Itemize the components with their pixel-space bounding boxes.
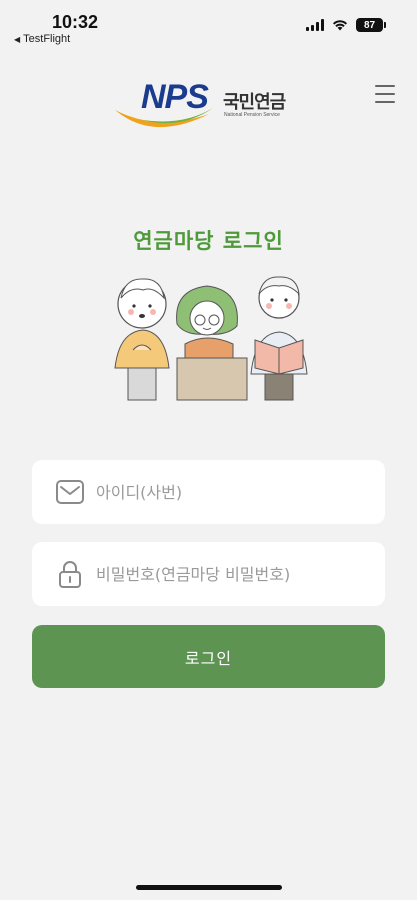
logo-english-text: National Pension Service xyxy=(224,112,280,118)
password-field[interactable] xyxy=(32,542,385,606)
green-hair-woman-figure xyxy=(176,285,248,401)
back-app-label: TestFlight xyxy=(23,33,71,45)
hamburger-menu-icon[interactable] xyxy=(375,85,395,103)
battery-icon: 87 xyxy=(356,18,386,32)
page-title: 연금마당 로그인 xyxy=(133,229,284,253)
nps-logo[interactable]: NPS 국민연금 National Pension Service xyxy=(113,76,303,132)
status-bar: 10:32 ◀ TestFlight 87 xyxy=(0,0,417,50)
back-arrow-icon: ◀ xyxy=(14,35,21,44)
back-to-app-link[interactable]: ◀ TestFlight xyxy=(14,33,70,45)
login-button[interactable]: 로그인 xyxy=(32,625,385,688)
status-time: 10:32 xyxy=(52,12,99,32)
logo-nps-text: NPS xyxy=(141,78,209,116)
elderly-people-illustration xyxy=(114,276,308,401)
password-input[interactable] xyxy=(96,564,366,584)
mail-icon xyxy=(54,476,86,508)
id-field[interactable] xyxy=(32,460,385,524)
status-icons: 87 xyxy=(306,18,386,32)
home-indicator[interactable] xyxy=(136,885,282,890)
logo-korean-text: 국민연금 xyxy=(223,92,286,113)
woman-figure xyxy=(114,278,170,401)
cellular-signal-icon xyxy=(306,19,324,31)
lock-icon xyxy=(54,558,86,590)
app-header: NPS 국민연금 National Pension Service xyxy=(0,70,417,130)
id-input[interactable] xyxy=(96,482,366,502)
wifi-icon xyxy=(333,20,347,31)
man-figure xyxy=(250,276,308,401)
